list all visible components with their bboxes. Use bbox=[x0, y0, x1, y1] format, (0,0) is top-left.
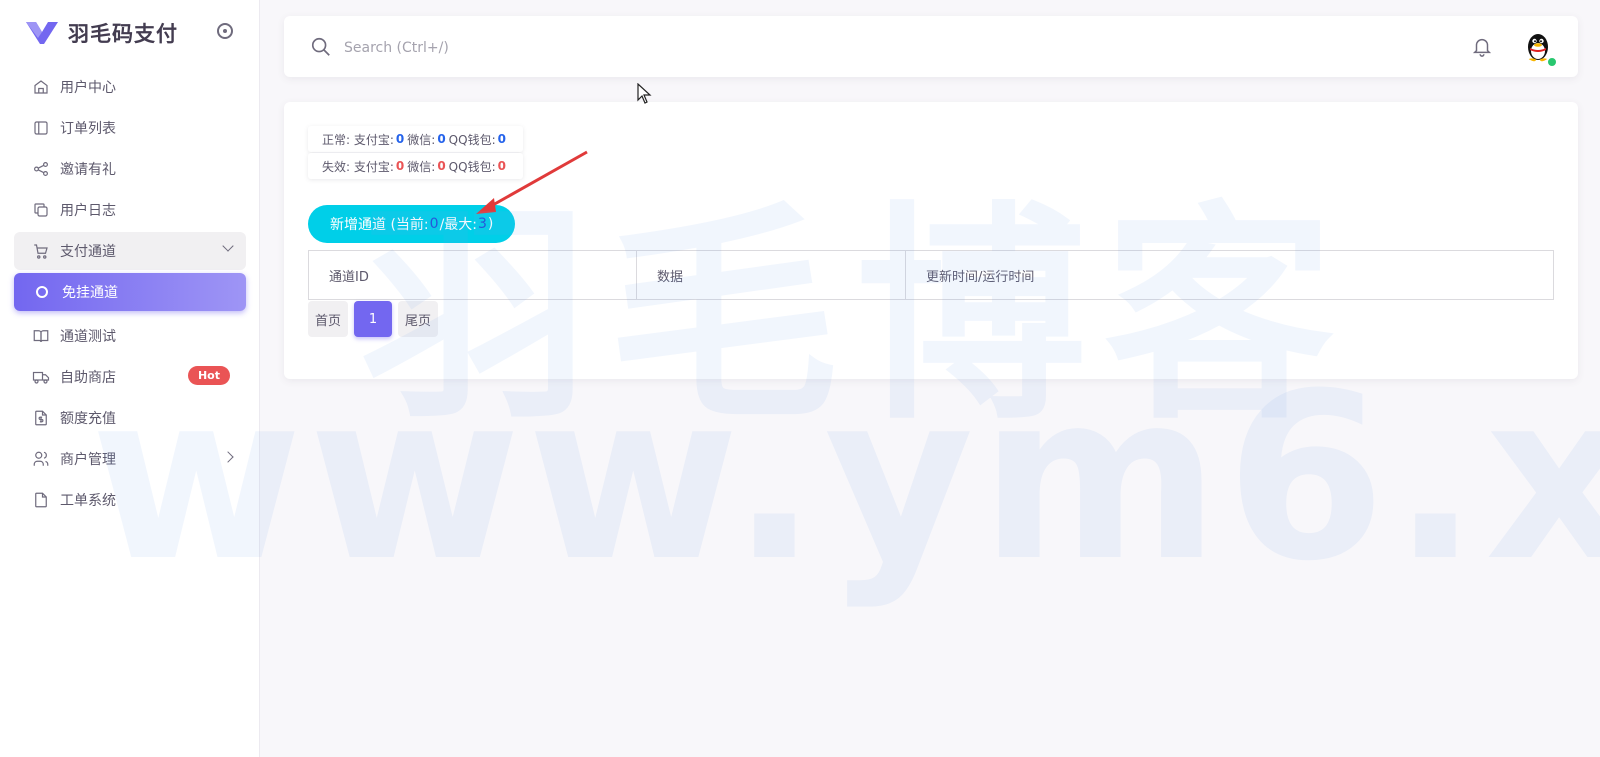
stats-invalid-alipay: 0 bbox=[395, 159, 405, 173]
add-channel-current: 0 bbox=[429, 216, 439, 232]
home-icon bbox=[32, 78, 50, 96]
online-status-dot bbox=[1546, 56, 1558, 68]
stats-invalid-prefix: 失效: 支付宝: bbox=[322, 159, 394, 174]
last-page-button[interactable]: 尾页 bbox=[398, 301, 438, 337]
chevron-down-icon bbox=[222, 240, 234, 252]
sidebar-menu: 用户中心 订单列表 邀请有礼 用户日志 支付通道 免挂通道 通道测试 自助商店 … bbox=[14, 68, 246, 522]
sidebar-item-self-shop[interactable]: 自助商店 Hot bbox=[14, 358, 246, 396]
top-navbar bbox=[284, 16, 1578, 77]
truck-icon bbox=[32, 368, 50, 386]
stats-invalid-wechat: 0 bbox=[437, 159, 446, 173]
search-icon[interactable] bbox=[310, 36, 332, 58]
stats-invalid-wechat-label: 微信: bbox=[407, 159, 436, 174]
users-icon bbox=[32, 450, 50, 468]
circle-icon bbox=[36, 286, 48, 298]
stats-invalid: 失效: 支付宝: 0 微信: 0 QQ钱包: 0 bbox=[308, 153, 523, 179]
sidebar-item-label: 邀请有礼 bbox=[60, 162, 116, 178]
sidebar-item-label: 用户日志 bbox=[60, 203, 116, 219]
search-input[interactable] bbox=[342, 34, 946, 62]
brand-name: 羽毛码支付 bbox=[68, 22, 178, 46]
add-channel-prefix: 新增通道 (当前: bbox=[330, 217, 429, 233]
add-channel-max: 3 bbox=[478, 216, 487, 232]
sidebar-item-free-channel[interactable]: 免挂通道 bbox=[14, 273, 246, 311]
sidebar-item-merchant[interactable]: 商户管理 bbox=[14, 440, 246, 478]
sidebar-item-recharge[interactable]: 额度充值 bbox=[14, 399, 246, 437]
file-icon bbox=[32, 491, 50, 509]
page-1-button[interactable]: 1 bbox=[354, 301, 392, 337]
stats-normal-wechat-label: 微信: bbox=[407, 132, 436, 147]
stats-normal-qq-label: QQ钱包: bbox=[448, 132, 496, 147]
stats-normal-alipay: 0 bbox=[395, 132, 405, 146]
sidebar-item-label: 商户管理 bbox=[60, 452, 116, 468]
sidebar-item-label: 工单系统 bbox=[60, 493, 116, 509]
add-channel-mid: /最大: bbox=[439, 217, 477, 233]
file-dollar-icon bbox=[32, 409, 50, 427]
watermark-line2: www.ym6.xyz bbox=[90, 345, 1600, 612]
stats-invalid-qq: 0 bbox=[497, 159, 506, 173]
sidebar-item-channel-test[interactable]: 通道测试 bbox=[14, 317, 246, 355]
book-open-icon bbox=[32, 327, 50, 345]
layout-sidebar-icon bbox=[32, 119, 50, 137]
hot-badge: Hot bbox=[187, 366, 230, 385]
table-header-data: 数据 bbox=[637, 251, 906, 299]
stats-normal-prefix: 正常: 支付宝: bbox=[322, 132, 394, 147]
sidebar-item-user-log[interactable]: 用户日志 bbox=[14, 191, 246, 229]
sidebar-item-label: 额度充值 bbox=[60, 411, 116, 427]
stats-normal-wechat: 0 bbox=[437, 132, 446, 146]
sidebar-item-label: 通道测试 bbox=[60, 329, 116, 345]
chevron-right-icon bbox=[222, 451, 234, 463]
shopping-cart-icon bbox=[32, 242, 50, 260]
sidebar-item-ticket[interactable]: 工单系统 bbox=[14, 481, 246, 519]
table-header-update-time: 更新时间/运行时间 bbox=[926, 269, 1035, 285]
copy-icon bbox=[32, 201, 50, 219]
sidebar-item-label: 支付通道 bbox=[60, 244, 116, 260]
sidebar-item-user-center[interactable]: 用户中心 bbox=[14, 68, 246, 106]
stats-normal-qq: 0 bbox=[497, 132, 506, 146]
brand-logo-icon bbox=[26, 22, 58, 44]
sidebar-item-invite[interactable]: 邀请有礼 bbox=[14, 150, 246, 188]
sidebar-item-order-list[interactable]: 订单列表 bbox=[14, 109, 246, 147]
first-page-button[interactable]: 首页 bbox=[308, 301, 348, 337]
sidebar-collapse-toggle-icon[interactable] bbox=[217, 23, 233, 39]
add-channel-button[interactable]: 新增通道 (当前: 0 /最大: 3 ) bbox=[308, 205, 516, 243]
channel-table: 通道ID 数据 更新时间/运行时间 bbox=[308, 250, 1554, 300]
sidebar-item-label: 订单列表 bbox=[60, 121, 116, 137]
sidebar-item-label: 用户中心 bbox=[60, 80, 116, 96]
bell-icon[interactable] bbox=[1471, 34, 1493, 58]
add-channel-suffix: ) bbox=[487, 216, 494, 232]
pagination: 首页 1 尾页 bbox=[308, 301, 444, 337]
table-header-channel-id: 通道ID bbox=[309, 251, 637, 299]
stats-invalid-qq-label: QQ钱包: bbox=[448, 159, 496, 174]
channel-card: 正常: 支付宝: 0 微信: 0 QQ钱包: 0 失效: 支付宝: 0 微信: … bbox=[284, 102, 1578, 379]
sidebar-item-payment-channel[interactable]: 支付通道 bbox=[14, 232, 246, 270]
share-icon bbox=[32, 160, 50, 178]
sidebar-item-label: 自助商店 bbox=[60, 370, 116, 386]
stats-normal: 正常: 支付宝: 0 微信: 0 QQ钱包: 0 bbox=[308, 126, 523, 152]
sidebar-item-label: 免挂通道 bbox=[62, 285, 118, 301]
brand[interactable]: 羽毛码支付 bbox=[24, 18, 178, 48]
sidebar: 羽毛码支付 用户中心 订单列表 邀请有礼 用户日志 支付通道 免挂通道 通道测试… bbox=[0, 0, 260, 757]
